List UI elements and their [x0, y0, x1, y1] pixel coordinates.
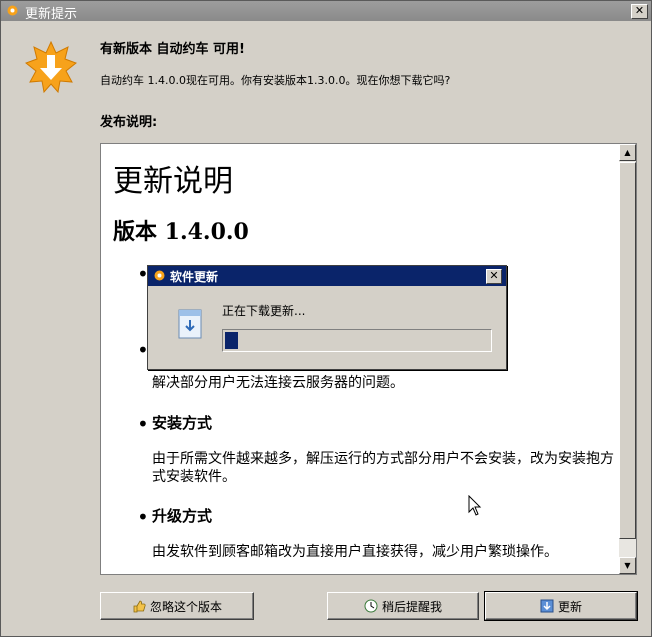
mouse-cursor-icon: [468, 495, 482, 516]
notes-version: 版本 1.4.0.0: [113, 219, 249, 245]
star-burst-download-icon: [25, 41, 77, 93]
notes-title: 更新说明: [113, 164, 233, 199]
progress-dialog-titlebar[interactable]: 软件更新 ✕: [148, 266, 506, 286]
download-progress-dialog: 软件更新 ✕ 正在下载更新...: [147, 265, 507, 370]
progress-dialog-close-button[interactable]: ✕: [486, 269, 502, 284]
remind-later-button[interactable]: 稍后提醒我: [327, 592, 479, 620]
progress-message: 正在下载更新...: [222, 304, 306, 318]
update-label: 更新: [557, 599, 582, 614]
scroll-thumb[interactable]: [619, 162, 636, 539]
clock-icon: [364, 599, 378, 613]
app-gear-icon: [154, 270, 165, 281]
note-desc-2: 解决部分用户无法连接云服务器的问题。: [152, 375, 404, 391]
update-window: 更新提示 ✕ 有新版本 自动约车 可用! 自动约车 1.4.0.0现在可用。你有…: [0, 0, 652, 637]
note-desc-3: 由于所需文件越来越多，解压运行的方式部分用户不会安装，改为安装抱方式安装软件。: [152, 451, 614, 485]
update-headline: 有新版本 自动约车 可用!: [100, 42, 245, 57]
download-progress-bar: [222, 329, 492, 352]
bullet-3: •: [137, 412, 149, 436]
scroll-down-button[interactable]: ▼: [619, 557, 636, 574]
window-close-button[interactable]: ✕: [631, 4, 648, 19]
notes-scrollbar[interactable]: ▲ ▼: [619, 144, 636, 574]
thumb-icon: [133, 600, 146, 613]
skip-version-button[interactable]: 忽略这个版本: [100, 592, 254, 620]
update-button[interactable]: 更新: [484, 591, 638, 621]
note-heading-4: 升级方式: [152, 507, 213, 525]
update-subtext: 自动约车 1.4.0.0现在可用。你有安装版本1.3.0.0。现在你想下载它吗?: [100, 74, 451, 87]
app-gear-icon: [7, 5, 18, 16]
download-file-icon: [178, 309, 202, 339]
remind-later-label: 稍后提醒我: [381, 599, 442, 614]
download-icon: [540, 599, 554, 613]
note-desc-4: 由发软件到顾客邮箱改为直接用户直接获得，减少用户繁琐操作。: [152, 544, 558, 560]
window-titlebar[interactable]: 更新提示 ✕: [1, 1, 651, 22]
progress-dialog-title: 软件更新: [170, 270, 219, 284]
note-heading-3: 安装方式: [152, 414, 213, 432]
bullet-4: •: [137, 505, 149, 529]
skip-version-label: 忽略这个版本: [149, 599, 222, 614]
download-progress-fill: [225, 332, 238, 349]
scroll-up-button[interactable]: ▲: [619, 144, 636, 161]
release-notes-label: 发布说明:: [100, 115, 158, 130]
window-title: 更新提示: [25, 7, 78, 22]
